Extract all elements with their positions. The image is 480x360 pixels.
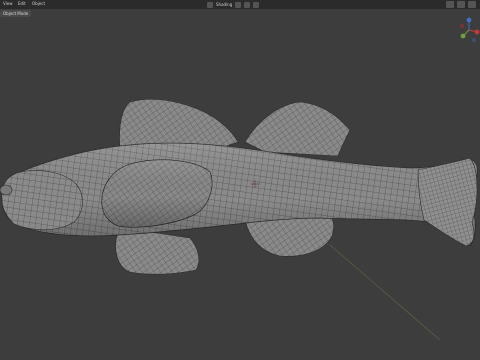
dorsal-fin-front [119, 98, 239, 151]
3d-viewport[interactable]: View Edit Object Shading Object Mode [0, 0, 480, 360]
dorsal-fin-rear [244, 101, 351, 157]
y-axis-line [329, 244, 441, 341]
tail-fin [417, 157, 478, 247]
pelvic-fin [115, 231, 200, 275]
fish-eye [0, 184, 13, 196]
fish-head [1, 170, 83, 231]
fish-mesh[interactable] [0, 0, 480, 360]
